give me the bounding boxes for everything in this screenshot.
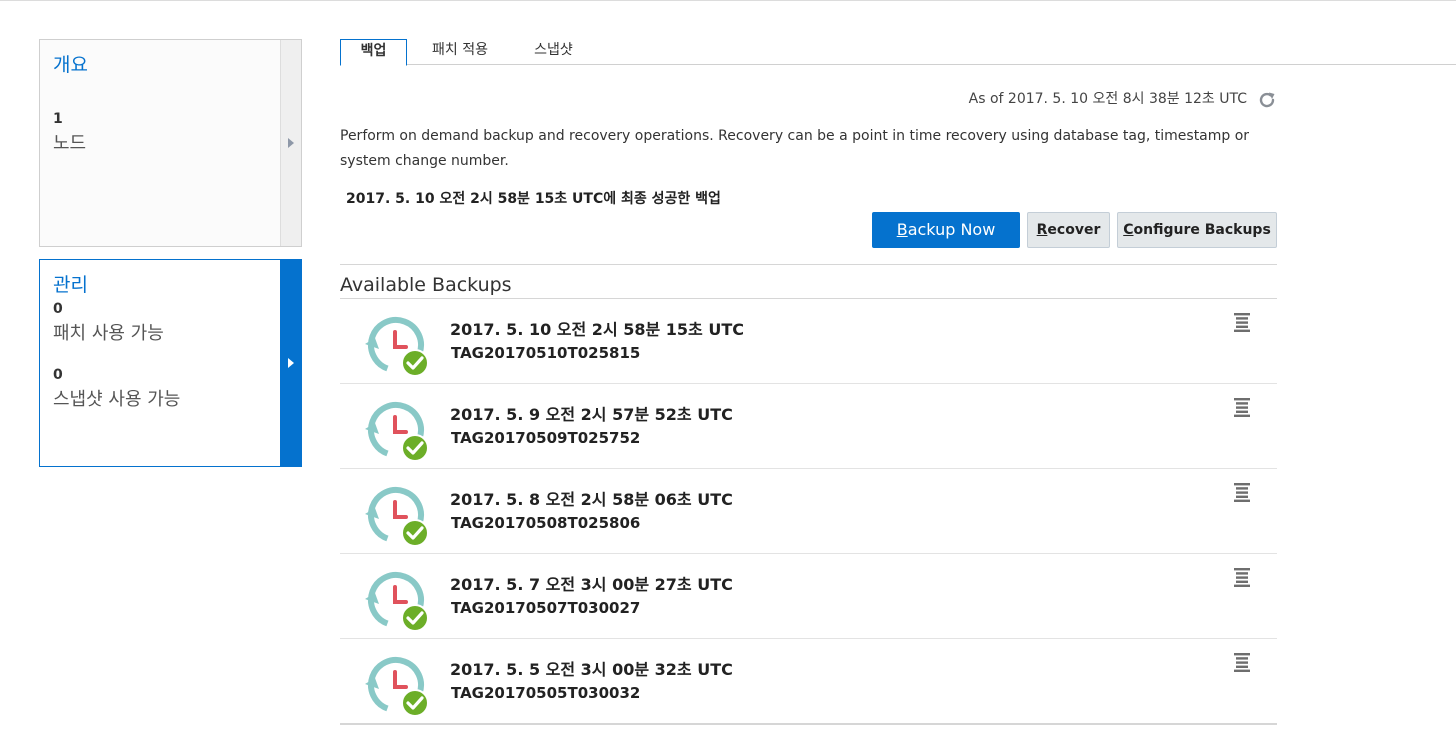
snapshot-count: 0 <box>53 367 63 383</box>
backup-date: 2017. 5. 8 오전 2시 58분 06초 UTC <box>450 490 733 509</box>
backup-success-icon <box>365 402 429 462</box>
menu-icon[interactable] <box>1233 652 1251 672</box>
management-card-body: 관리 0 패치 사용 가능 0 스냅샷 사용 가능 <box>40 260 281 466</box>
management-card[interactable]: 관리 0 패치 사용 가능 0 스냅샷 사용 가능 <box>39 259 302 467</box>
backup-now-label: ackup Now <box>907 220 996 239</box>
backup-now-accesskey: B <box>896 220 908 239</box>
backup-tag: TAG20170508T025806 <box>451 514 641 532</box>
backup-row[interactable]: 2017. 5. 10 오전 2시 58분 15초 UTC TAG20170510… <box>340 299 1277 384</box>
backup-date: 2017. 5. 5 오전 3시 00분 32초 UTC <box>450 660 733 679</box>
available-backups-title: Available Backups <box>340 274 512 296</box>
description-text: Perform on demand backup and recovery op… <box>340 128 1250 169</box>
overview-expand-tab[interactable] <box>280 40 301 246</box>
backup-date: 2017. 5. 10 오전 2시 58분 15초 UTC <box>450 320 744 339</box>
menu-icon[interactable] <box>1233 312 1251 332</box>
snapshot-label: 스냅샷 사용 가능 <box>53 389 181 410</box>
last-successful-backup: 2017. 5. 10 오전 2시 58분 15초 UTC에 최종 성공한 백업 <box>346 191 721 207</box>
backup-success-icon <box>365 572 429 632</box>
backup-row[interactable]: 2017. 5. 8 오전 2시 58분 06초 UTC TAG20170508T… <box>340 469 1277 554</box>
node-count: 1 <box>53 111 63 127</box>
overview-card[interactable]: 개요 1 노드 <box>39 39 302 247</box>
management-title: 관리 <box>53 274 88 296</box>
refresh-icon[interactable] <box>1256 89 1278 111</box>
configure-label: onfigure Backups <box>1133 222 1271 238</box>
backup-date: 2017. 5. 9 오전 2시 57분 52초 UTC <box>450 405 733 424</box>
backup-tag: TAG20170507T030027 <box>451 599 641 617</box>
backup-row[interactable]: 2017. 5. 5 오전 3시 00분 32초 UTC TAG20170505T… <box>340 639 1277 724</box>
menu-icon[interactable] <box>1233 482 1251 502</box>
backup-date: 2017. 5. 7 오전 3시 00분 27초 UTC <box>450 575 733 594</box>
backup-now-button[interactable]: Backup Now <box>872 212 1020 248</box>
menu-icon[interactable] <box>1233 397 1251 417</box>
tab-patching[interactable]: 패치 적용 <box>418 39 502 65</box>
top-border <box>0 0 1456 1</box>
divider <box>340 264 1277 265</box>
backup-success-icon <box>365 657 429 717</box>
chevron-right-icon <box>288 138 294 148</box>
management-expand-tab[interactable] <box>280 260 301 466</box>
chevron-right-icon <box>288 358 294 368</box>
recover-label: ecover <box>1047 222 1101 238</box>
backup-tag: TAG20170505T030032 <box>451 684 641 702</box>
tab-backup[interactable]: 백업 <box>340 39 407 66</box>
menu-icon[interactable] <box>1233 567 1251 587</box>
tab-bar: 백업 패치 적용 스냅샷 <box>340 39 1456 66</box>
as-of-timestamp: As of 2017. 5. 10 오전 8시 38분 12초 UTC <box>968 91 1247 107</box>
recover-accesskey: R <box>1036 222 1048 238</box>
recover-button[interactable]: Recover <box>1027 212 1110 248</box>
backup-list: 2017. 5. 10 오전 2시 58분 15초 UTC TAG20170510… <box>340 299 1277 724</box>
patch-count: 0 <box>53 301 63 317</box>
node-label: 노드 <box>53 133 87 154</box>
backup-success-icon <box>365 317 429 377</box>
configure-accesskey: C <box>1123 222 1134 238</box>
list-bottom-border <box>340 723 1277 725</box>
backup-row[interactable]: 2017. 5. 9 오전 2시 57분 52초 UTC TAG20170509T… <box>340 384 1277 469</box>
overview-card-body: 개요 1 노드 <box>40 40 281 246</box>
patch-label: 패치 사용 가능 <box>53 323 164 344</box>
backup-tag: TAG20170510T025815 <box>451 344 641 362</box>
configure-backups-button[interactable]: Configure Backups <box>1117 212 1277 248</box>
tab-snapshot[interactable]: 스냅샷 <box>520 39 587 65</box>
overview-title: 개요 <box>53 54 88 76</box>
backup-tag: TAG20170509T025752 <box>451 429 641 447</box>
backup-success-icon <box>365 487 429 547</box>
backup-row[interactable]: 2017. 5. 7 오전 3시 00분 27초 UTC TAG20170507T… <box>340 554 1277 639</box>
